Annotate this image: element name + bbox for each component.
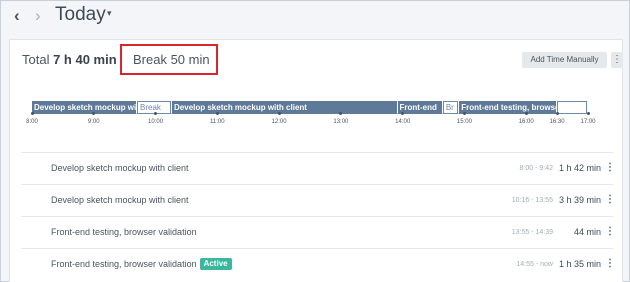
timeline-tick-label: 10:00 (148, 119, 164, 125)
entry-duration: 3 h 39 min (558, 195, 601, 205)
timeline-tick-label: 12:00 (271, 119, 287, 125)
day-summary-card: Total 7 h 40 min Break 50 min Add Time M… (9, 39, 623, 282)
timeline-tick-label: 9:00 (87, 119, 100, 125)
entry-task-name: Front-end testing, browser validation (51, 226, 197, 239)
timeline-break-segment[interactable]: Br (442, 101, 459, 114)
time-entry-row[interactable]: Front-end testing, browser validation 13:… (21, 216, 615, 248)
entry-task-name: Develop sketch mockup with client (51, 194, 189, 207)
timeline-work-segment[interactable]: Develop sketch mockup with client (172, 101, 397, 114)
timeline-tick (555, 112, 559, 115)
time-entry-row[interactable]: Develop sketch mockup with client 10:16 -… (21, 184, 615, 216)
entry-time-range: 13:55 - 14:39 (511, 229, 553, 236)
timeline-tick (401, 112, 405, 115)
timeline-work-segment[interactable]: Develop sketch mockup with client (32, 101, 137, 114)
entry-task-name: Develop sketch mockup with client (51, 162, 189, 175)
timeline-tick (92, 112, 96, 115)
chevron-down-icon[interactable]: ▾ (107, 8, 112, 19)
more-vertical-icon[interactable]: ⋮ (605, 257, 615, 270)
timeline-tick (524, 112, 528, 115)
timeline-tick (154, 112, 158, 115)
timeline-work-segment[interactable]: Front-end testing, browser (459, 101, 557, 114)
timeline: Develop sketch mockup with clientBreakDe… (10, 40, 624, 140)
timeline-tick (277, 112, 281, 115)
timeline-tick-label: 16:30 (549, 119, 565, 125)
entry-duration: 44 min (573, 227, 601, 237)
timeline-tick (30, 112, 34, 115)
entry-task-text: Front-end testing, browser validation (51, 259, 197, 269)
timeline-tick (339, 112, 343, 115)
timeline-tick-label: 16:00 (518, 119, 534, 125)
chevron-left-icon[interactable]: ‹ (14, 7, 20, 25)
entry-time-range: 14:55 - now (516, 261, 553, 268)
timeline-tick-label: 17:00 (580, 119, 596, 125)
entry-task-text: Develop sketch mockup with client (51, 163, 189, 173)
timeline-work-segment[interactable]: Front-end (397, 101, 442, 114)
timeline-tick-label: 8:00 (26, 119, 38, 125)
timeline-tick (462, 112, 466, 115)
timeline-tick (215, 112, 219, 115)
more-vertical-icon[interactable]: ⋮ (605, 193, 615, 206)
entry-task-text: Front-end testing, browser validation (51, 227, 197, 237)
chevron-right-icon[interactable]: › (35, 7, 41, 25)
entry-task-text: Develop sketch mockup with client (51, 195, 189, 205)
timeline-tick-label: 11:00 (210, 119, 225, 125)
more-vertical-icon[interactable]: ⋮ (605, 161, 615, 174)
time-entry-row[interactable]: Front-end testing, browser validation Act… (21, 248, 615, 280)
more-vertical-icon[interactable]: ⋮ (605, 225, 615, 238)
timeline-tick-label: 14:00 (395, 119, 411, 125)
entry-time-range: 8:00 - 9:42 (519, 165, 553, 172)
timeline-tick-label: 13:00 (333, 119, 349, 125)
entry-task-name: Front-end testing, browser validation Act… (51, 258, 232, 271)
timeline-break-segment[interactable] (557, 101, 587, 114)
time-entry-row[interactable]: Develop sketch mockup with client 8:00 - … (21, 152, 615, 184)
timeline-tick-label: 15:00 (456, 119, 472, 125)
entry-time-range: 10:16 - 13:55 (511, 197, 553, 204)
entry-duration: 1 h 35 min (558, 259, 601, 269)
timeline-tick (586, 112, 590, 115)
entry-duration: 1 h 42 min (558, 163, 601, 173)
active-badge: Active (199, 258, 232, 270)
app-frame: ‹ › Today ▾ Total 7 h 40 min Break 50 mi… (0, 0, 630, 282)
day-title[interactable]: Today (55, 3, 106, 27)
